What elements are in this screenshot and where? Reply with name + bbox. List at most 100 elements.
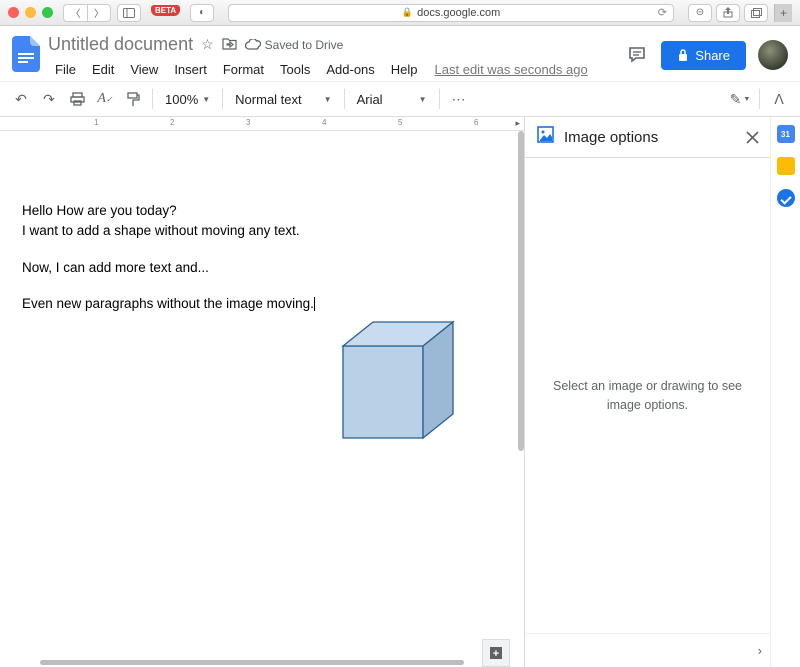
title-column: Untitled document ☆ Saved to Drive File … xyxy=(44,30,625,81)
comment-icon xyxy=(627,45,647,65)
zoom-dropdown[interactable]: 100% ▼ xyxy=(159,92,216,107)
addon-rail xyxy=(770,117,800,667)
lock-icon xyxy=(677,48,689,62)
browser-chrome: 〈 〉 BETA ◐ 🔒 docs.google.com ⟳ ⊝ + xyxy=(0,0,800,26)
title-icons: ☆ Saved to Drive xyxy=(201,36,343,53)
image-options-panel: Image options Select an image or drawing… xyxy=(524,117,770,667)
lock-icon: 🔒 xyxy=(402,7,413,18)
zoom-value: 100% xyxy=(165,92,198,107)
image-options-icon xyxy=(537,126,554,148)
toolbar-separator xyxy=(759,89,760,109)
window-maximize-icon[interactable] xyxy=(42,7,53,18)
downloads-button[interactable]: ⊝ xyxy=(688,4,712,22)
close-icon xyxy=(746,131,759,144)
main-row: ◂ 1 2 3 4 5 6 ▸ Hello How are you today?… xyxy=(0,117,800,667)
side-panel-header: Image options xyxy=(525,117,770,158)
keep-addon-icon[interactable] xyxy=(777,157,795,175)
spellcheck-button[interactable]: A✓ xyxy=(92,86,118,112)
horizontal-scrollbar[interactable] xyxy=(40,660,464,665)
docs-logo[interactable] xyxy=(8,30,44,78)
explore-button[interactable]: + xyxy=(482,639,510,667)
editing-mode-button[interactable]: ✎▼ xyxy=(727,86,753,112)
print-button[interactable] xyxy=(64,86,90,112)
font-value: Arial xyxy=(357,92,383,107)
address-bar[interactable]: 🔒 docs.google.com ⟳ xyxy=(228,4,674,22)
doc-text-line[interactable]: Now, I can add more text and... xyxy=(22,258,502,278)
document-title[interactable]: Untitled document xyxy=(48,34,193,55)
nav-group: 〈 〉 xyxy=(63,4,111,22)
share-button[interactable]: Share xyxy=(661,41,746,70)
beta-badge: BETA xyxy=(151,5,180,16)
menu-help[interactable]: Help xyxy=(384,60,425,79)
share-sheet-button[interactable] xyxy=(716,4,740,22)
header-right: Share xyxy=(625,30,788,70)
tabs-button[interactable] xyxy=(744,4,768,22)
more-tools-button[interactable]: ⋯ xyxy=(446,86,472,112)
document-area: ◂ 1 2 3 4 5 6 ▸ Hello How are you today?… xyxy=(0,117,524,667)
tabs-icon xyxy=(751,8,762,18)
collapse-toolbar-button[interactable]: ᐱ xyxy=(766,86,792,112)
cube-drawing[interactable] xyxy=(335,316,465,449)
doc-text-line[interactable] xyxy=(22,278,502,294)
calendar-addon-icon[interactable] xyxy=(777,125,795,143)
chevron-down-icon: ▼ xyxy=(324,95,332,104)
account-avatar[interactable] xyxy=(758,40,788,70)
menu-insert[interactable]: Insert xyxy=(167,60,214,79)
reader-button[interactable]: ◐ xyxy=(190,4,214,22)
doc-header: Untitled document ☆ Saved to Drive File … xyxy=(0,26,800,81)
doc-text-line[interactable]: Even new paragraphs without the image mo… xyxy=(22,294,502,314)
new-tab-button[interactable]: + xyxy=(774,4,792,22)
toolbar-right: ✎▼ ᐱ xyxy=(727,86,792,112)
menu-addons[interactable]: Add-ons xyxy=(319,60,381,79)
vertical-scrollbar[interactable] xyxy=(518,131,524,667)
last-edit-link[interactable]: Last edit was seconds ago xyxy=(435,62,588,77)
formatting-toolbar: ↶ ↷ A✓ 100% ▼ Normal text▼ Arial ▼ ⋯ ✎▼ ᐱ xyxy=(0,81,800,117)
share-up-icon xyxy=(723,7,733,18)
window-minimize-icon[interactable] xyxy=(25,7,36,18)
title-row: Untitled document ☆ Saved to Drive xyxy=(44,30,625,57)
doc-text-line[interactable]: Hello How are you today? xyxy=(22,201,502,221)
cloud-icon xyxy=(245,39,261,50)
menu-view[interactable]: View xyxy=(123,60,165,79)
move-icon[interactable] xyxy=(222,37,237,53)
tasks-addon-icon[interactable] xyxy=(777,189,795,207)
chevron-right-icon[interactable]: › xyxy=(758,643,762,658)
window-close-icon[interactable] xyxy=(8,7,19,18)
undo-button[interactable]: ↶ xyxy=(8,86,34,112)
forward-button[interactable]: 〉 xyxy=(87,4,111,22)
doc-text-line[interactable] xyxy=(22,242,502,258)
refresh-icon[interactable]: ⟳ xyxy=(658,6,667,19)
paragraph-style-dropdown[interactable]: Normal text▼ xyxy=(229,92,337,107)
paint-format-button[interactable] xyxy=(120,86,146,112)
side-panel-empty-text: Select an image or drawing to see image … xyxy=(549,377,746,415)
saved-text: Saved to Drive xyxy=(265,38,344,52)
scrollbar-thumb[interactable] xyxy=(518,131,524,451)
menu-file[interactable]: File xyxy=(48,60,83,79)
back-button[interactable]: 〈 xyxy=(63,4,87,22)
menu-format[interactable]: Format xyxy=(216,60,271,79)
star-icon[interactable]: ☆ xyxy=(201,36,214,53)
chevron-down-icon: ▼ xyxy=(202,95,210,104)
svg-text:+: + xyxy=(493,648,499,660)
toolbar-separator xyxy=(439,89,440,109)
doc-text-line[interactable]: I want to add a shape without moving any… xyxy=(22,221,502,241)
document-page[interactable]: Hello How are you today? I want to add a… xyxy=(0,131,524,667)
menu-tools[interactable]: Tools xyxy=(273,60,317,79)
redo-button[interactable]: ↷ xyxy=(36,86,62,112)
side-panel-footer: › xyxy=(525,633,770,667)
right-ruler-toggle-icon[interactable]: ▸ xyxy=(515,118,520,129)
close-panel-button[interactable] xyxy=(738,123,766,151)
menu-edit[interactable]: Edit xyxy=(85,60,121,79)
font-dropdown[interactable]: Arial ▼ xyxy=(351,92,433,107)
menu-bar: File Edit View Insert Format Tools Add-o… xyxy=(44,57,625,81)
docs-logo-icon xyxy=(12,36,40,72)
comments-button[interactable] xyxy=(625,43,649,67)
horizontal-ruler[interactable]: 1 2 3 4 5 6 ▸ xyxy=(0,117,524,131)
side-panel-body: Select an image or drawing to see image … xyxy=(525,158,770,633)
url-text: docs.google.com xyxy=(417,7,500,19)
explore-icon: + xyxy=(488,645,504,661)
sidebar-toggle-button[interactable] xyxy=(117,4,141,22)
cloud-saved[interactable]: Saved to Drive xyxy=(245,38,344,52)
toolbar-separator xyxy=(152,89,153,109)
chevron-down-icon: ▼ xyxy=(419,95,427,104)
